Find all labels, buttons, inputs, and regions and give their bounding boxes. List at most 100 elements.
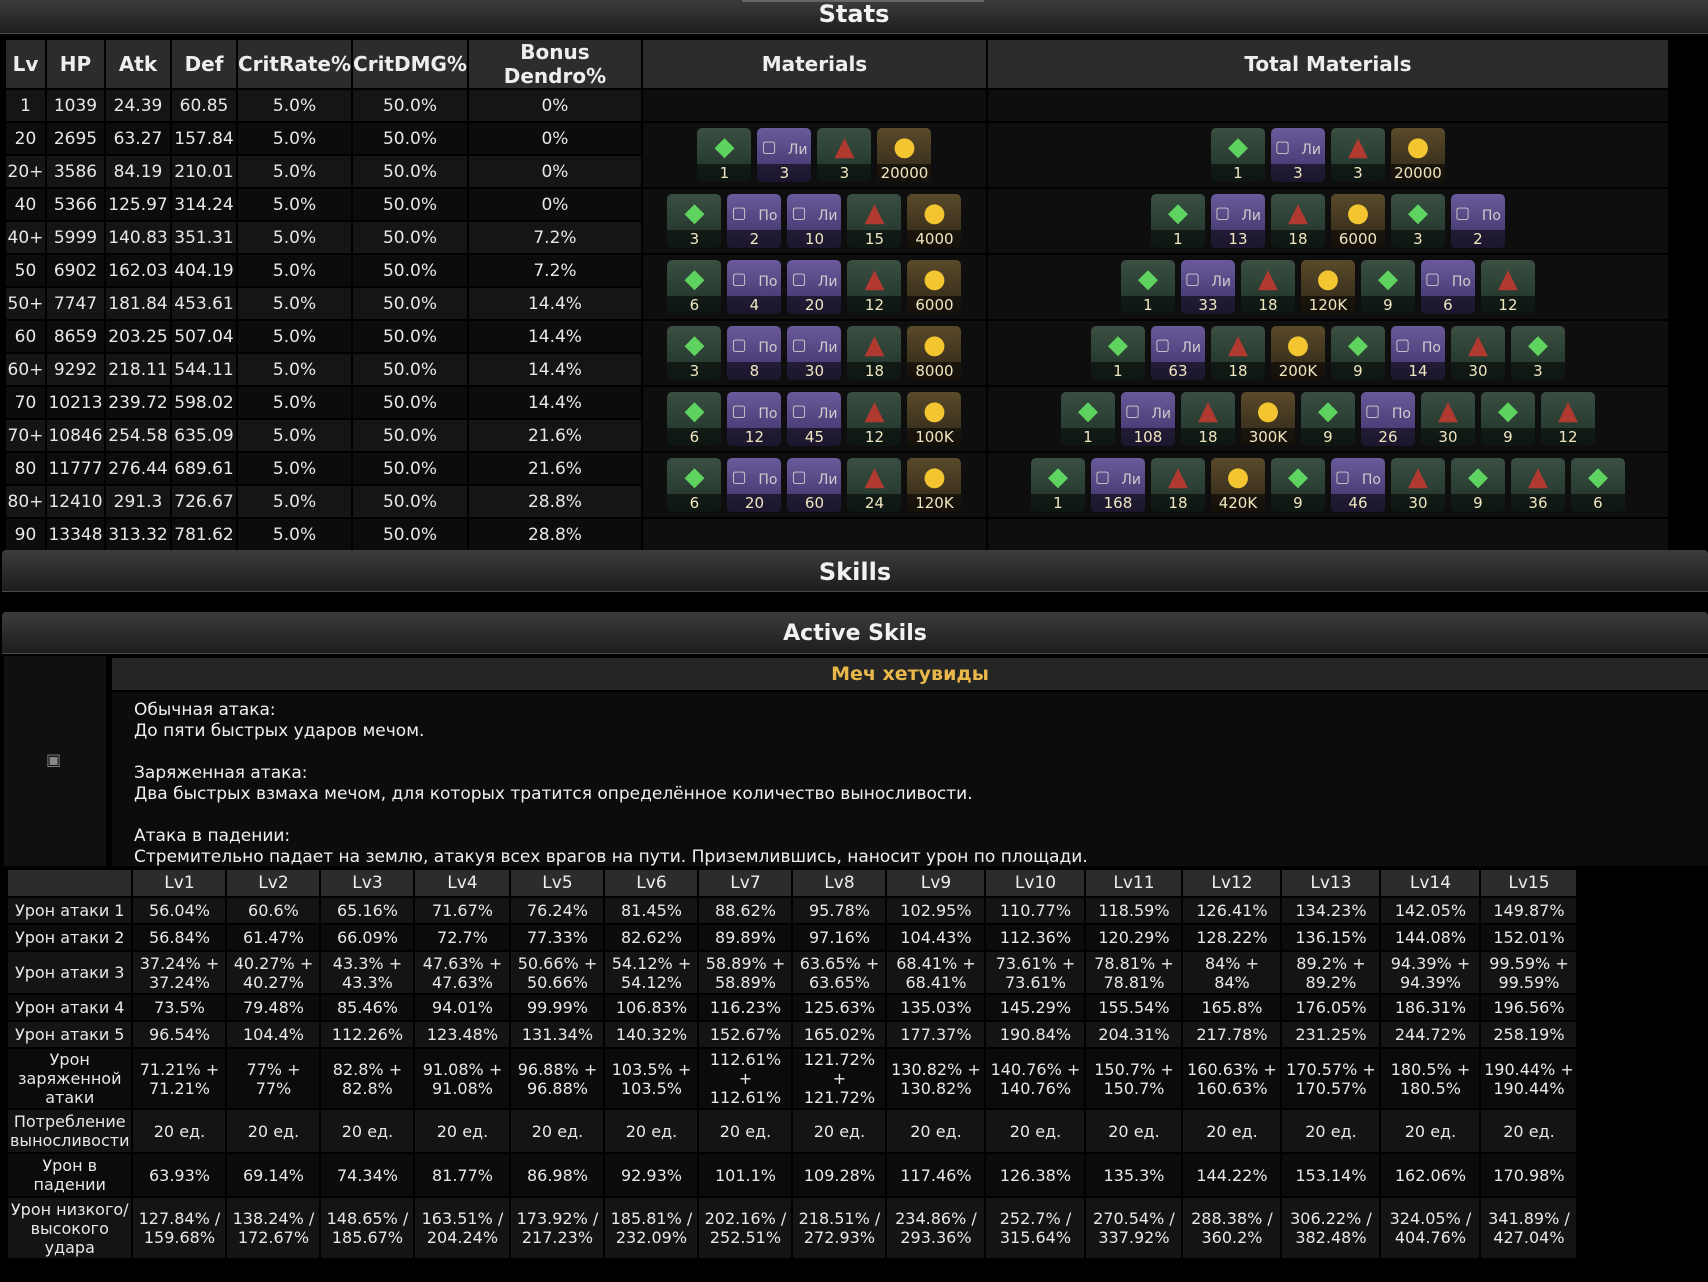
broken-image-icon[interactable]: ▢ По 14 (1390, 326, 1445, 380)
gem-icon[interactable]: ◆ 3 (1510, 326, 1565, 380)
mask-material-icon[interactable]: ▲ 18 (1270, 194, 1325, 248)
broken-image-icon[interactable]: ▢ Ли 13 (1210, 194, 1265, 248)
mask-material-icon[interactable]: ▲ 18 (1210, 326, 1265, 380)
mask-material-icon[interactable]: ▲ 18 (1240, 260, 1295, 314)
material-count: 420K (1210, 494, 1265, 512)
stats-cell: 21.6% (468, 453, 641, 484)
material-glyph: ◆ (684, 264, 705, 294)
material-count: 3 (667, 230, 722, 248)
gem-icon[interactable]: ◆ 9 (1360, 260, 1415, 314)
mora-coin-icon[interactable]: ● 20000 (1390, 128, 1445, 182)
broken-image-icon[interactable]: ▢ По 12 (727, 392, 782, 446)
material-count: 1 (1030, 494, 1085, 512)
gem-icon[interactable]: ◆ 9 (1450, 458, 1505, 512)
mora-coin-icon[interactable]: ● 6000 (1330, 194, 1385, 248)
gem-icon[interactable]: ◆ 1 (1150, 194, 1205, 248)
gem-icon[interactable]: ◆ 9 (1330, 326, 1385, 380)
stats-col-header: CritDMG% (353, 40, 467, 88)
stats-cell: 50 (6, 255, 45, 286)
mask-material-icon[interactable]: ▲ 30 (1420, 392, 1475, 446)
gem-icon[interactable]: ◆ 6 (1570, 458, 1625, 512)
gem-icon[interactable]: ◆ 6 (667, 392, 722, 446)
gem-icon[interactable]: ◆ 3 (667, 326, 722, 380)
mask-material-icon[interactable]: ▲ 12 (1540, 392, 1595, 446)
gem-icon[interactable]: ◆ 1 (1060, 392, 1115, 446)
mask-material-icon[interactable]: ▲ 15 (847, 194, 902, 248)
material-count: 20 (727, 494, 782, 512)
mask-material-icon[interactable]: ▲ 12 (1480, 260, 1535, 314)
mora-coin-icon[interactable]: ● 20000 (877, 128, 932, 182)
material-count: 26 (1360, 428, 1415, 446)
mask-material-icon[interactable]: ▲ 3 (817, 128, 872, 182)
gem-icon[interactable]: ◆ 9 (1270, 458, 1325, 512)
mask-material-icon[interactable]: ▲ 30 (1450, 326, 1505, 380)
broken-image-icon[interactable]: ▢ По 8 (727, 326, 782, 380)
broken-image-icon[interactable]: ▢ По 4 (727, 260, 782, 314)
stats-cell: 218.11 (106, 354, 170, 385)
material-count: 8000 (907, 362, 962, 380)
mask-material-icon[interactable]: ▲ 18 (847, 326, 902, 380)
gem-icon[interactable]: ◆ 3 (667, 194, 722, 248)
broken-image-icon[interactable]: ▢ По 2 (1450, 194, 1505, 248)
gem-icon[interactable]: ◆ 1 (1210, 128, 1265, 182)
stats-cell: 351.31 (172, 222, 236, 253)
material-label: Ли (817, 406, 838, 422)
mora-coin-icon[interactable]: ● 120K (1300, 260, 1355, 314)
mora-coin-icon[interactable]: ● 6000 (907, 260, 962, 314)
broken-image-icon[interactable]: ▢ Ли 3 (757, 128, 812, 182)
gem-icon[interactable]: ◆ 1 (1090, 326, 1145, 380)
broken-image-icon[interactable]: ▢ Ли 168 (1090, 458, 1145, 512)
gem-icon[interactable]: ◆ 6 (667, 260, 722, 314)
mora-coin-icon[interactable]: ● 200K (1270, 326, 1325, 380)
material-glyph: ◆ (1347, 330, 1368, 360)
stats-cell: 1039 (47, 90, 104, 121)
mora-coin-icon[interactable]: ● 8000 (907, 326, 962, 380)
mora-coin-icon[interactable]: ● 100K (907, 392, 962, 446)
stats-cell: 60+ (6, 354, 45, 385)
mask-material-icon[interactable]: ▲ 24 (847, 458, 902, 512)
mora-coin-icon[interactable]: ● 300K (1240, 392, 1295, 446)
stats-cell: 276.44 (106, 453, 170, 484)
broken-image-icon[interactable]: ▢ Ли 20 (787, 260, 842, 314)
mask-material-icon[interactable]: ▲ 36 (1510, 458, 1565, 512)
gem-icon[interactable]: ◆ 1 (1120, 260, 1175, 314)
stats-cell: 181.84 (106, 288, 170, 319)
skill-value: 60.6% (227, 898, 320, 923)
gem-icon[interactable]: ◆ 3 (1390, 194, 1445, 248)
gem-icon[interactable]: ◆ 9 (1480, 392, 1535, 446)
mask-material-icon[interactable]: ▲ 3 (1330, 128, 1385, 182)
broken-image-icon[interactable]: ▢ Ли 33 (1180, 260, 1235, 314)
skill-value: 50.66% + 50.66% (511, 952, 604, 993)
broken-image-icon[interactable]: ▢ По 20 (727, 458, 782, 512)
broken-image-icon[interactable]: ▢ Ли 63 (1150, 326, 1205, 380)
mask-material-icon[interactable]: ▲ 12 (847, 260, 902, 314)
broken-image-icon[interactable]: ▢ Ли 3 (1270, 128, 1325, 182)
broken-image-icon[interactable]: ▢ Ли 108 (1120, 392, 1175, 446)
mora-coin-icon[interactable]: ● 420K (1210, 458, 1265, 512)
gem-icon[interactable]: ◆ 1 (1030, 458, 1085, 512)
stats-cell: 63.27 (106, 123, 170, 154)
skill-value: 152.01% (1481, 925, 1577, 950)
stats-cell: 2695 (47, 123, 104, 154)
broken-image-icon[interactable]: ▢ Ли 30 (787, 326, 842, 380)
level-header: Lv5 (511, 870, 604, 896)
mask-material-icon[interactable]: ▲ 30 (1390, 458, 1445, 512)
material-label: По (758, 208, 778, 224)
mask-material-icon[interactable]: ▲ 18 (1180, 392, 1235, 446)
mora-coin-icon[interactable]: ● 4000 (907, 194, 962, 248)
mora-coin-icon[interactable]: ● 120K (907, 458, 962, 512)
stats-cell: 291.3 (106, 486, 170, 517)
mask-material-icon[interactable]: ▲ 18 (1150, 458, 1205, 512)
skill-value: 81.77% (415, 1154, 510, 1196)
gem-icon[interactable]: ◆ 1 (697, 128, 752, 182)
broken-image-icon[interactable]: ▢ Ли 60 (787, 458, 842, 512)
broken-image-icon[interactable]: ▢ По 26 (1360, 392, 1415, 446)
broken-image-icon[interactable]: ▢ По 6 (1420, 260, 1475, 314)
broken-image-icon[interactable]: ▢ Ли 10 (787, 194, 842, 248)
broken-image-icon[interactable]: ▢ Ли 45 (787, 392, 842, 446)
mask-material-icon[interactable]: ▲ 12 (847, 392, 902, 446)
gem-icon[interactable]: ◆ 6 (667, 458, 722, 512)
gem-icon[interactable]: ◆ 9 (1300, 392, 1355, 446)
broken-image-icon[interactable]: ▢ По 2 (727, 194, 782, 248)
broken-image-icon[interactable]: ▢ По 46 (1330, 458, 1385, 512)
